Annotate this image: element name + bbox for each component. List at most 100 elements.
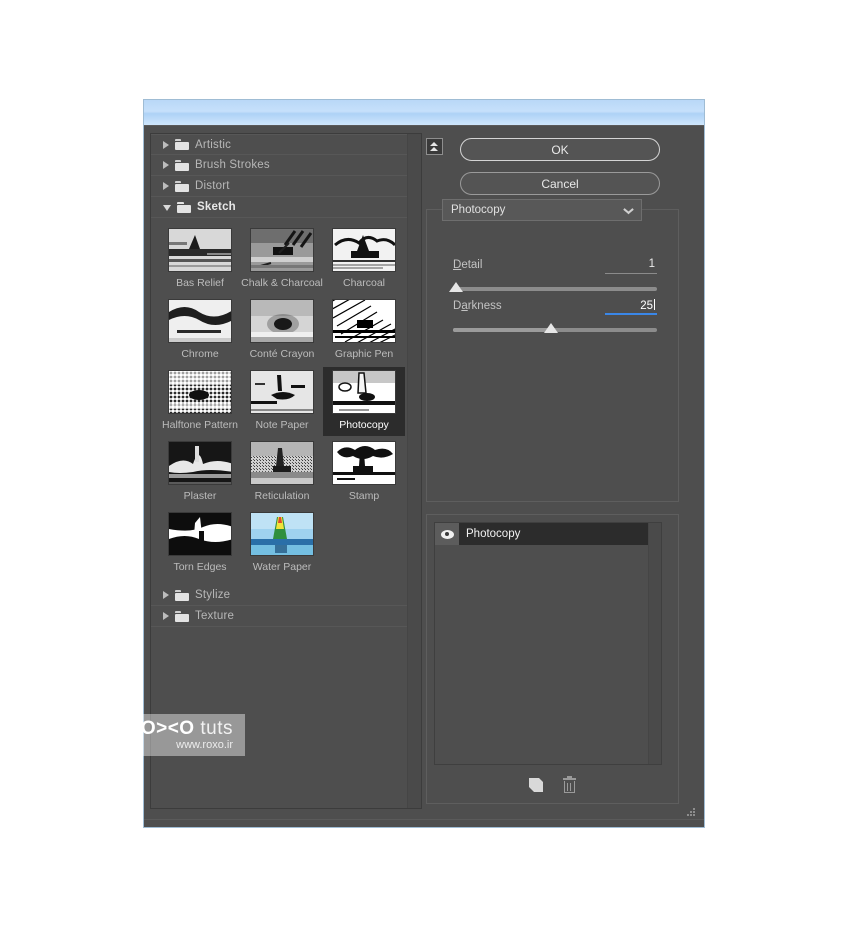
new-effect-layer-icon[interactable] xyxy=(528,777,545,794)
delete-effect-layer-icon[interactable] xyxy=(561,775,578,794)
filter-category-stylize[interactable]: Stylize xyxy=(151,585,407,606)
filter-category-label: Texture xyxy=(195,610,235,622)
window-footer xyxy=(144,819,704,827)
chevron-right-icon xyxy=(163,591,169,599)
effect-layers-scrollbar[interactable] xyxy=(648,523,661,764)
chevron-right-icon xyxy=(163,140,169,149)
watermark-brand-soft: tuts xyxy=(194,717,233,739)
filter-category-label: Sketch xyxy=(197,201,236,213)
resize-grip[interactable] xyxy=(686,807,695,816)
filter-item-charcoal[interactable]: Charcoal xyxy=(323,225,405,294)
cancel-button[interactable]: Cancel xyxy=(460,172,660,195)
filter-item-conte-crayon[interactable]: Conté Crayon xyxy=(241,296,323,365)
chevron-right-icon xyxy=(163,161,169,169)
collapse-preview-button[interactable] xyxy=(426,138,443,155)
filter-category-artistic[interactable]: Artistic xyxy=(151,134,407,155)
filter-item-plaster[interactable]: Plaster xyxy=(159,438,241,507)
filter-item-label: Graphic Pen xyxy=(334,348,394,360)
double-chevron-up-icon xyxy=(430,142,439,151)
filter-thumbnail xyxy=(168,228,232,272)
watermark-brand: RO><O tuts xyxy=(126,717,233,739)
filter-thumbnail xyxy=(332,299,396,343)
param-darkness-value[interactable]: 25 xyxy=(605,299,657,315)
sketch-filter-grid: Bas Relief Chalk & Charcoal Charcoal Chr… xyxy=(151,218,407,585)
filter-item-label: Chrome xyxy=(181,348,219,360)
filter-thumbnail xyxy=(250,228,314,272)
filter-thumbnail xyxy=(168,512,232,556)
ok-button[interactable]: OK xyxy=(460,138,660,161)
chevron-down-icon xyxy=(163,205,171,211)
filter-settings-panel: Photocopy Detail 1 Darkness 25 xyxy=(426,199,679,502)
filter-browser-scroll-area: Artistic Brush Strokes Distort Sketch Ba… xyxy=(151,134,407,808)
filter-category-brush-strokes[interactable]: Brush Strokes xyxy=(151,155,407,176)
filter-item-label: Water Paper xyxy=(252,561,312,573)
filter-item-torn-edges[interactable]: Torn Edges xyxy=(159,509,241,578)
folder-open-icon xyxy=(177,201,191,213)
filter-item-photocopy[interactable]: Photocopy xyxy=(323,367,405,436)
filter-item-label: Plaster xyxy=(183,490,217,502)
folder-closed-icon xyxy=(175,159,189,171)
param-darkness-label: Darkness xyxy=(453,300,502,312)
param-darkness-slider-handle[interactable] xyxy=(544,323,558,333)
filter-item-label: Bas Relief xyxy=(176,277,224,289)
param-detail-label: Detail xyxy=(453,259,483,271)
filter-item-halftone-pattern[interactable]: Halftone Pattern xyxy=(159,367,241,436)
filter-select-value: Photocopy xyxy=(451,204,506,216)
window-titlebar[interactable] xyxy=(144,100,704,126)
eye-icon xyxy=(440,529,454,539)
param-darkness-slider-fill xyxy=(453,328,551,332)
filter-item-label: Torn Edges xyxy=(173,561,227,573)
filter-browser-scrollbar[interactable] xyxy=(407,134,421,808)
effect-layers-toolbar xyxy=(427,773,678,797)
filter-category-texture[interactable]: Texture xyxy=(151,606,407,627)
folder-closed-icon xyxy=(175,610,189,622)
filter-category-label: Brush Strokes xyxy=(195,159,270,171)
effect-layers-panel: Photocopy xyxy=(426,514,679,804)
folder-closed-icon xyxy=(175,589,189,601)
chevron-right-icon xyxy=(163,182,169,190)
filter-item-label: Charcoal xyxy=(342,277,386,289)
filter-category-label: Stylize xyxy=(195,589,231,601)
filter-select[interactable]: Photocopy xyxy=(442,199,642,221)
filter-item-chalk-and-charcoal[interactable]: Chalk & Charcoal xyxy=(241,225,323,294)
filter-thumbnail xyxy=(168,370,232,414)
filter-item-stamp[interactable]: Stamp xyxy=(323,438,405,507)
filter-category-label: Distort xyxy=(195,180,230,192)
param-detail-slider-handle[interactable] xyxy=(449,282,463,292)
chevron-down-icon xyxy=(624,207,633,216)
filter-item-label: Photocopy xyxy=(339,419,389,431)
watermark: RO><O tuts www.roxo.ir xyxy=(0,714,245,756)
filter-thumbnail xyxy=(250,441,314,485)
filter-browser-panel: Artistic Brush Strokes Distort Sketch Ba… xyxy=(150,133,422,809)
filter-item-note-paper[interactable]: Note Paper xyxy=(241,367,323,436)
layer-visibility-toggle[interactable] xyxy=(435,523,459,545)
watermark-brand-bold: RO><O xyxy=(126,717,195,739)
filter-thumbnail xyxy=(332,441,396,485)
effect-layers-list: Photocopy xyxy=(434,522,662,765)
filter-item-chrome[interactable]: Chrome xyxy=(159,296,241,365)
effect-layer-name[interactable]: Photocopy xyxy=(459,523,661,545)
folder-closed-icon xyxy=(175,139,189,150)
text-caret xyxy=(654,299,655,310)
param-detail-slider-track[interactable] xyxy=(453,287,657,291)
filter-category-sketch[interactable]: Sketch xyxy=(151,197,407,218)
filter-item-graphic-pen[interactable]: Graphic Pen xyxy=(323,296,405,365)
filter-thumbnail xyxy=(168,441,232,485)
filter-item-label: Note Paper xyxy=(255,419,309,431)
folder-closed-icon xyxy=(175,180,189,192)
filter-thumbnail xyxy=(250,370,314,414)
filter-item-water-paper[interactable]: Water Paper xyxy=(241,509,323,578)
filter-category-label: Artistic xyxy=(195,138,232,151)
effect-layer-row[interactable]: Photocopy xyxy=(435,523,661,545)
filter-thumbnail xyxy=(250,299,314,343)
filter-category-distort[interactable]: Distort xyxy=(151,176,407,197)
screenshot-root: Artistic Brush Strokes Distort Sketch Ba… xyxy=(0,0,850,928)
filter-item-bas-relief[interactable]: Bas Relief xyxy=(159,225,241,294)
filter-item-reticulation[interactable]: Reticulation xyxy=(241,438,323,507)
filter-thumbnail xyxy=(168,299,232,343)
param-detail-value[interactable]: 1 xyxy=(605,258,657,274)
filter-thumbnail xyxy=(250,512,314,556)
watermark-url: www.roxo.ir xyxy=(176,738,233,751)
filter-item-label: Stamp xyxy=(348,490,380,502)
filter-item-label: Halftone Pattern xyxy=(162,419,238,431)
